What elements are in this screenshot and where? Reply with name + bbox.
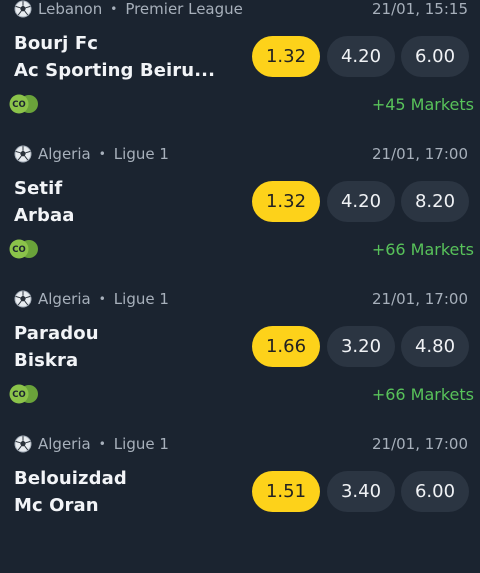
odd-draw-button[interactable]: 4.20	[327, 36, 395, 77]
league-info: Algeria • Ligue 1	[14, 290, 169, 308]
more-markets-link[interactable]: +66 Markets	[372, 240, 474, 259]
match-datetime: 21/01, 17:00	[372, 435, 468, 453]
league-name: Ligue 1	[113, 435, 169, 453]
league-info: Lebanon • Premier League	[14, 0, 243, 18]
odd-away-button[interactable]: 6.00	[401, 471, 469, 512]
away-team[interactable]: Biskra	[14, 350, 78, 371]
separator-dot: •	[98, 147, 106, 161]
soccer-ball-icon	[14, 435, 32, 453]
match-datetime: 21/01, 15:15	[372, 0, 468, 18]
live-stream-icon: CO	[9, 239, 38, 259]
match-card[interactable]: Algeria • Ligue 1 21/01, 17:00 Setif Arb…	[0, 138, 480, 283]
live-stream-icon: CO	[9, 384, 38, 404]
match-card[interactable]: Algeria • Ligue 1 21/01, 17:00 Paradou B…	[0, 283, 480, 428]
league-name: Premier League	[125, 0, 243, 18]
live-badge-text: CO	[12, 245, 25, 255]
match-card[interactable]: Algeria • Ligue 1 21/01, 17:00 Belouizda…	[0, 428, 480, 573]
odd-away-button[interactable]: 8.20	[401, 181, 469, 222]
match-list: Lebanon • Premier League 21/01, 15:15 Bo…	[0, 0, 480, 573]
odd-draw-button[interactable]: 3.40	[327, 471, 395, 512]
more-markets-link[interactable]: +45 Markets	[372, 95, 474, 114]
away-team[interactable]: Mc Oran	[14, 495, 99, 516]
match-card[interactable]: Lebanon • Premier League 21/01, 15:15 Bo…	[0, 0, 480, 138]
match-datetime: 21/01, 17:00	[372, 145, 468, 163]
odd-home-button[interactable]: 1.51	[252, 471, 320, 512]
odd-home-button[interactable]: 1.66	[252, 326, 320, 367]
odd-home-button[interactable]: 1.32	[252, 36, 320, 77]
live-badge-text: CO	[12, 390, 25, 400]
odd-home-button[interactable]: 1.32	[252, 181, 320, 222]
separator-dot: •	[98, 292, 106, 306]
league-name: Ligue 1	[113, 145, 169, 163]
soccer-ball-icon	[14, 0, 32, 18]
soccer-ball-icon	[14, 145, 32, 163]
home-team[interactable]: Setif	[14, 178, 62, 199]
country-name: Algeria	[38, 435, 91, 453]
league-name: Ligue 1	[113, 290, 169, 308]
country-name: Lebanon	[38, 0, 103, 18]
separator-dot: •	[98, 437, 106, 451]
live-stream-icon: CO	[9, 94, 38, 114]
separator-dot: •	[110, 2, 118, 16]
league-info: Algeria • Ligue 1	[14, 145, 169, 163]
odd-draw-button[interactable]: 3.20	[327, 326, 395, 367]
away-team[interactable]: Arbaa	[14, 205, 75, 226]
odd-away-button[interactable]: 6.00	[401, 36, 469, 77]
home-team[interactable]: Paradou	[14, 323, 99, 344]
home-team[interactable]: Belouizdad	[14, 468, 127, 489]
country-name: Algeria	[38, 290, 91, 308]
soccer-ball-icon	[14, 290, 32, 308]
away-team[interactable]: Ac Sporting Beiru...	[14, 60, 215, 81]
match-datetime: 21/01, 17:00	[372, 290, 468, 308]
league-info: Algeria • Ligue 1	[14, 435, 169, 453]
more-markets-link[interactable]: +66 Markets	[372, 385, 474, 404]
odd-away-button[interactable]: 4.80	[401, 326, 469, 367]
home-team[interactable]: Bourj Fc	[14, 33, 98, 54]
odd-draw-button[interactable]: 4.20	[327, 181, 395, 222]
country-name: Algeria	[38, 145, 91, 163]
live-badge-text: CO	[12, 100, 25, 110]
